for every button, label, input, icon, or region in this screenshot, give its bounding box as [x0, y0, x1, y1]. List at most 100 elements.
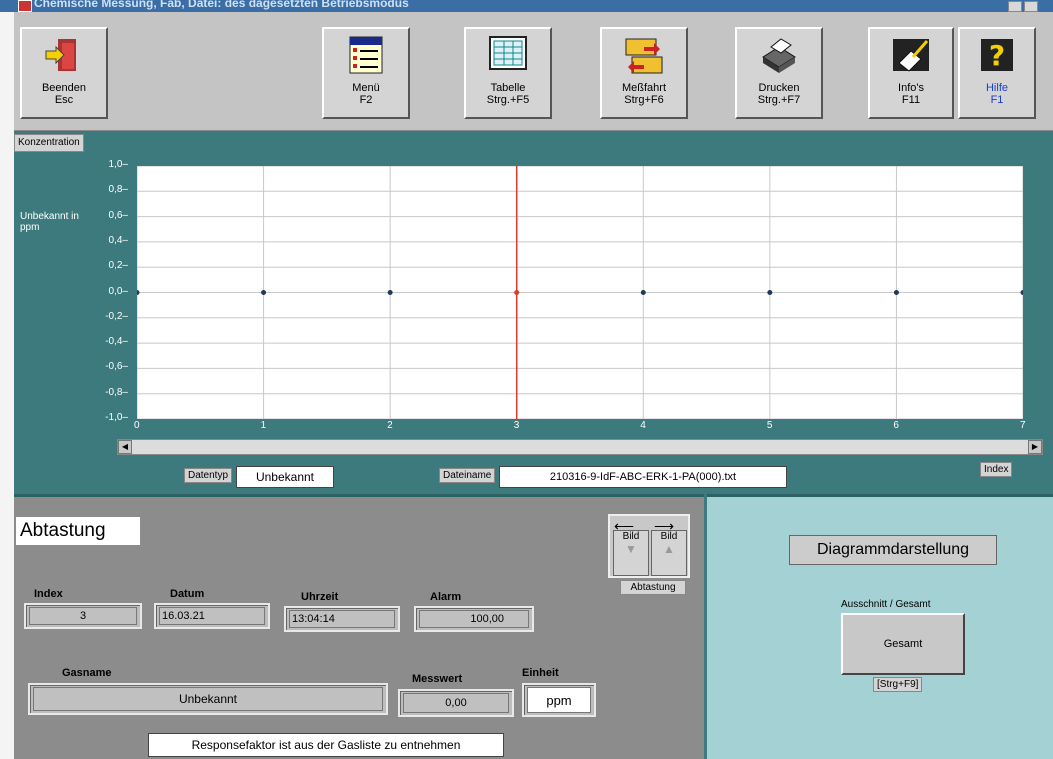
x-tick-label: 6	[893, 420, 899, 431]
abtastung-title: Abtastung	[16, 517, 140, 545]
x-axis-label: Index	[980, 462, 1013, 477]
x-tick-label: 2	[387, 420, 393, 431]
messfahrt-shortcut: Strg+F6	[624, 94, 664, 106]
messwert-label: Messwert	[412, 673, 463, 685]
chart-svg	[134, 165, 1026, 420]
alarm-value: 100,00	[419, 610, 529, 628]
y-tick-label: 0,2–	[108, 260, 128, 272]
arrow-down-icon: ▼	[625, 542, 637, 556]
bild-next-button[interactable]: Bild ▲	[651, 530, 687, 576]
window-title: Chemische Messung, Fab, Datei: des dages…	[34, 0, 409, 10]
y-tick-label: -0,6–	[105, 361, 128, 373]
data-point	[514, 290, 520, 295]
scroll-left-icon[interactable]: ◀	[118, 440, 132, 454]
bild-next-label: Bild	[660, 531, 678, 542]
menu-label: Menü	[352, 82, 380, 94]
datum-value: 16.03.21	[159, 607, 265, 625]
concentration-label: Konzentration	[14, 134, 84, 152]
dateiname-label: Dateiname	[439, 468, 496, 483]
data-point	[893, 290, 899, 295]
hilfe-button[interactable]: ? Hilfe F1	[958, 27, 1036, 119]
toolbar: Beenden Esc Menü F2 Tabelle Strg.+F5 Meß…	[14, 12, 1053, 131]
tabelle-label: Tabelle	[490, 82, 526, 94]
uhrzeit-label: Uhrzeit	[301, 591, 339, 603]
gesamt-button[interactable]: Gesamt	[841, 613, 965, 675]
uhrzeit-field: 13:04:14	[284, 606, 400, 632]
y-tick-label: 0,6–	[108, 209, 128, 221]
responsefaktor-note: Responsefaktor ist aus der Gasliste zu e…	[148, 733, 504, 757]
y-tick-label: 0,0–	[108, 285, 128, 297]
gasname-value: Unbekannt	[33, 687, 383, 711]
datum-field: 16.03.21	[154, 603, 270, 629]
tabelle-button[interactable]: Tabelle Strg.+F5	[464, 27, 552, 119]
data-point	[387, 290, 393, 295]
drucken-label: Drucken	[758, 82, 800, 94]
infos-label: Info's	[898, 82, 924, 94]
table-icon	[489, 36, 527, 70]
x-tick-label: 3	[513, 420, 520, 431]
hilfe-shortcut: F1	[990, 94, 1004, 106]
bild-nav-group: ⟵ ⟶ Bild ▼ Bild ▲	[608, 514, 690, 578]
y-tick-label: 1,0–	[108, 159, 128, 170]
scroll-right-icon[interactable]: ▶	[1028, 440, 1042, 454]
data-point	[261, 290, 267, 295]
index-value: 3	[29, 607, 137, 625]
alarm-field: 100,00	[414, 606, 534, 632]
data-point	[640, 290, 646, 295]
diagramm-title: Diagrammdarstellung	[789, 535, 997, 565]
x-tick-label: 0	[134, 420, 140, 431]
index-field: 3	[24, 603, 142, 629]
drucken-button[interactable]: Drucken Strg.+F7	[735, 27, 823, 119]
x-tick-label: 7	[1020, 420, 1026, 431]
infos-button[interactable]: Info's F11	[868, 27, 954, 119]
datum-label: Datum	[170, 588, 205, 600]
exit-door-icon	[45, 39, 76, 71]
hilfe-label: Hilfe	[985, 82, 1008, 94]
data-point	[767, 290, 773, 295]
menu-shortcut: F2	[359, 94, 373, 106]
x-tick-label: 1	[260, 420, 267, 431]
y-tick-label: 0,8–	[108, 184, 128, 196]
app-icon	[18, 0, 32, 12]
x-tick-label: 5	[766, 420, 773, 431]
y-tick-label: -0,8–	[105, 386, 128, 398]
y-tick-label: 0,4–	[108, 234, 128, 246]
chart-scrollbar[interactable]: ◀ ▶	[117, 439, 1043, 455]
y-tick-label: -1,0–	[105, 412, 128, 423]
beenden-button[interactable]: Beenden Esc	[20, 27, 108, 119]
bild-prev-button[interactable]: Bild ▼	[613, 530, 649, 576]
einheit-label: Einheit	[522, 667, 559, 679]
messfahrt-label: Meßfahrt	[621, 82, 666, 94]
printer-icon	[762, 38, 796, 73]
ausschnitt-gesamt-label: Ausschnitt / Gesamt	[841, 599, 931, 610]
gasname-field: Unbekannt	[28, 683, 388, 715]
diagramm-panel: Diagrammdarstellung Ausschnitt / Gesamt …	[707, 494, 1053, 759]
x-tick-label: 4	[640, 420, 646, 431]
arrow-up-icon: ▲	[663, 542, 675, 556]
index-label: Index	[34, 588, 63, 600]
messwert-field: 0,00	[398, 689, 514, 717]
folder-transfer-icon	[625, 38, 663, 74]
help-question-icon: ?	[981, 39, 1013, 72]
gesamt-shortcut: [Strg+F9]	[873, 677, 923, 692]
minimize-button[interactable]	[1008, 1, 1022, 12]
app-window: Beenden Esc Menü F2 Tabelle Strg.+F5 Meß…	[14, 12, 1053, 759]
svg-text:?: ?	[989, 39, 1005, 72]
datentyp-field: Unbekannt	[236, 466, 334, 488]
bild-prev-label: Bild	[622, 531, 640, 542]
datentyp-label: Datentyp	[184, 468, 233, 483]
messfahrt-button[interactable]: Meßfahrt Strg+F6	[600, 27, 688, 119]
chart-plot-area[interactable]	[134, 165, 1026, 420]
dateiname-field: 210316-9-IdF-ABC-ERK-1-PA(000).txt	[499, 466, 787, 488]
alarm-label: Alarm	[430, 591, 462, 603]
menu-list-icon	[349, 36, 383, 74]
tabelle-shortcut: Strg.+F5	[486, 94, 530, 106]
beenden-shortcut: Esc	[54, 94, 74, 106]
gasname-label: Gasname	[62, 667, 112, 679]
einheit-field: ppm	[522, 683, 596, 717]
y-tick-label: -0,4–	[105, 336, 128, 348]
menu-button[interactable]: Menü F2	[322, 27, 410, 119]
abtastung-panel: Abtastung ⟵ ⟶ Bild ▼ Bild ▲ Abtastung In…	[14, 494, 704, 759]
y-tick-label: -0,2–	[105, 310, 128, 322]
maximize-button[interactable]	[1024, 1, 1038, 12]
